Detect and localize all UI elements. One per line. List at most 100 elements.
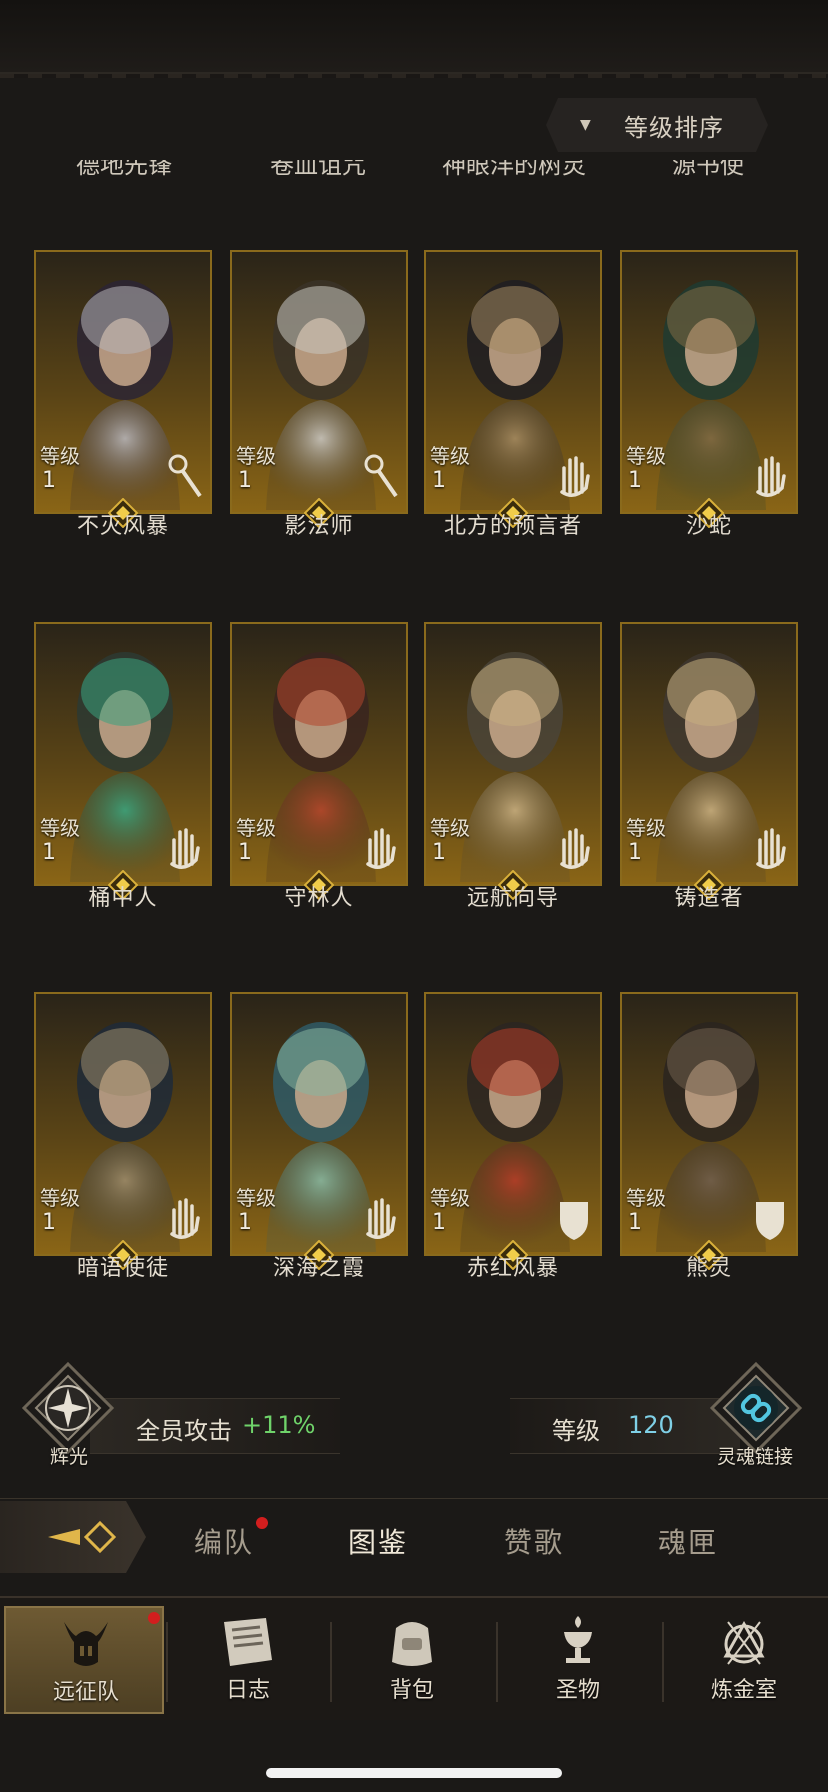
level-label: 等级 — [236, 816, 276, 840]
hand-icon — [560, 828, 590, 869]
team-attack-label: 全员攻击 — [136, 1417, 232, 1445]
cut-hero-name: 神眼洋的树灵 — [442, 160, 586, 179]
collapse-button[interactable] — [0, 1501, 146, 1573]
hero-card[interactable]: 等级 1 铸造者 — [620, 622, 798, 912]
nav-journal[interactable]: 日志 — [168, 1606, 328, 1714]
nav-backpack[interactable]: 背包 — [332, 1606, 492, 1714]
hero-name: 铸造者 — [674, 886, 744, 911]
soul-link-label: 灵魂链接 — [716, 1446, 793, 1468]
hero-card[interactable]: 等级 1 不灭风暴 — [34, 250, 212, 540]
level-value: 1 — [432, 840, 446, 865]
nav-expedition[interactable]: 远征队 — [4, 1606, 164, 1714]
hero-card-frame: 等级 1 — [424, 250, 602, 514]
nav-label: 炼金室 — [710, 1678, 777, 1703]
soul-level-label: 等级 — [552, 1417, 600, 1445]
sort-by-level-button[interactable]: ▼ 等级排序 — [546, 98, 768, 152]
tab-codex[interactable]: 图鉴 — [348, 1521, 408, 1561]
hero-card-frame: 等级 1 — [424, 992, 602, 1256]
hero-card-frame: 等级 1 — [620, 250, 798, 514]
hero-card-frame: 等级 1 — [620, 622, 798, 886]
staff-icon — [168, 454, 202, 498]
notification-dot — [256, 1517, 268, 1529]
tab-soul-box[interactable]: 魂匣 — [658, 1521, 718, 1561]
home-indicator[interactable] — [266, 1768, 562, 1778]
level-value: 1 — [238, 1210, 252, 1235]
arrow-diamond-icon — [48, 1520, 117, 1554]
hero-name: 影法师 — [284, 514, 354, 539]
level-label: 等级 — [430, 816, 470, 840]
hand-icon — [366, 828, 396, 869]
hand-icon — [560, 456, 590, 497]
hand-icon — [170, 1198, 200, 1239]
hero-name: 赤红风暴 — [466, 1256, 559, 1281]
hero-card-frame: 等级 1 — [34, 250, 212, 514]
hero-card-frame: 等级 1 — [230, 622, 408, 886]
level-label: 等级 — [40, 1186, 80, 1210]
hero-name: 不灭风暴 — [76, 514, 169, 539]
hero-name: 沙蛇 — [685, 514, 732, 539]
level-value: 1 — [42, 840, 56, 865]
nav-label: 日志 — [225, 1678, 270, 1703]
cut-hero-name: 德地先锋 — [76, 160, 172, 179]
hero-card-frame: 等级 1 — [424, 622, 602, 886]
level-label: 等级 — [430, 1186, 470, 1210]
hero-card[interactable]: 等级 1 熊灵 — [620, 992, 798, 1282]
hand-icon — [170, 828, 200, 869]
hand-icon — [756, 828, 786, 869]
hero-card[interactable]: 等级 1 守林人 — [230, 622, 408, 912]
nav-label: 圣物 — [555, 1678, 600, 1703]
hero-name: 守林人 — [284, 886, 354, 911]
team-attack-value: +11% — [242, 1411, 316, 1439]
bonus-bar: 全员攻击 +11% 等级 120 辉光 灵魂链接 — [0, 1360, 828, 1470]
staff-icon — [364, 454, 398, 498]
tab-hymns[interactable]: 赞歌 — [504, 1521, 564, 1561]
top-ornament-bar — [0, 0, 828, 78]
level-label: 等级 — [40, 816, 80, 840]
level-label: 等级 — [236, 1186, 276, 1210]
level-value: 1 — [628, 468, 642, 493]
nav-relics[interactable]: 圣物 — [498, 1606, 658, 1714]
hero-card[interactable]: 等级 1 赤红风暴 — [424, 992, 602, 1282]
level-value: 1 — [238, 468, 252, 493]
tab-formation[interactable]: 编队 — [194, 1521, 254, 1561]
hero-card[interactable]: 等级 1 远航向导 — [424, 622, 602, 912]
radiance-label: 辉光 — [49, 1446, 88, 1468]
hero-card-frame: 等级 1 — [230, 250, 408, 514]
nav-alchemy[interactable]: 炼金室 — [664, 1606, 824, 1714]
level-value: 1 — [432, 468, 446, 493]
hero-card[interactable]: 等级 1 北方的预言者 — [424, 250, 602, 540]
level-label: 等级 — [236, 444, 276, 468]
hero-card[interactable]: 等级 1 影法师 — [230, 250, 408, 540]
bottom-nav: 远征队 日志 背包 圣物 炼金室 — [0, 1596, 828, 1720]
hero-card[interactable]: 等级 1 沙蛇 — [620, 250, 798, 540]
hero-name: 深海之霞 — [272, 1256, 365, 1281]
level-value: 1 — [42, 468, 56, 493]
nav-label: 背包 — [389, 1678, 434, 1703]
hand-icon — [366, 1198, 396, 1239]
hero-name: 熊灵 — [685, 1256, 732, 1281]
backpack-icon — [392, 1622, 432, 1666]
helmet-icon — [64, 1622, 108, 1666]
hero-card-frame: 等级 1 — [620, 992, 798, 1256]
level-value: 1 — [42, 1210, 56, 1235]
hero-card[interactable]: 等级 1 暗语使徒 — [34, 992, 212, 1282]
shield-icon — [756, 1202, 784, 1240]
sub-tab-bar: 编队 图鉴 赞歌 魂匣 — [0, 1498, 828, 1579]
cut-hero-name: 卷血诅咒 — [270, 160, 366, 179]
level-label: 等级 — [626, 816, 666, 840]
hero-name: 北方的预言者 — [443, 514, 582, 539]
hero-name: 桶中人 — [88, 886, 158, 911]
caret-down-icon: ▼ — [580, 117, 591, 133]
hero-card[interactable]: 等级 1 深海之霞 — [230, 992, 408, 1282]
hero-card[interactable]: 等级 1 桶中人 — [34, 622, 212, 912]
scroll-icon — [224, 1618, 272, 1666]
alchemy-icon — [723, 1620, 765, 1665]
sort-button-label: 等级排序 — [624, 113, 724, 142]
level-label: 等级 — [626, 444, 666, 468]
level-value: 1 — [432, 1210, 446, 1235]
shield-icon — [560, 1202, 588, 1240]
hero-card-frame: 等级 1 — [230, 992, 408, 1256]
cut-hero-name: 源书使 — [672, 160, 744, 179]
level-label: 等级 — [626, 1186, 666, 1210]
team-attack-bar: 全员攻击 +11% — [90, 1398, 340, 1454]
